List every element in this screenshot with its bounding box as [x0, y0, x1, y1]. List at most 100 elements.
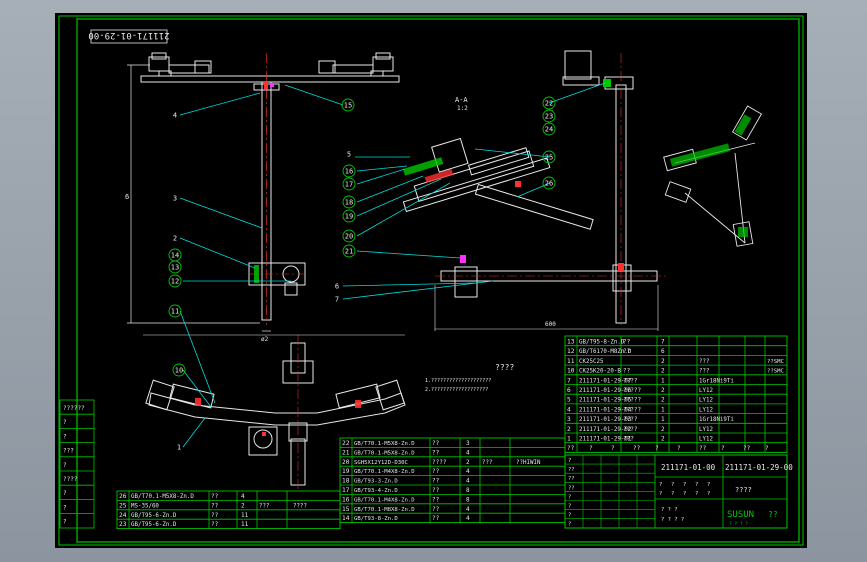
title-row-label: ? [568, 458, 571, 464]
bom-lower-code: GB/T70.1-M5X8-Zn.D [354, 450, 415, 456]
bom-lower-code: GB/T93-4-Zn.D [354, 488, 398, 494]
title-company-cn: ?? [768, 510, 778, 519]
bom-lower-no: 19 [342, 468, 350, 475]
title-company: SUSUN [727, 510, 754, 520]
section-view [402, 137, 594, 230]
title-row-label: ? [568, 504, 571, 510]
title-scale-cell: ? [671, 482, 674, 488]
dim-span: ø2 [261, 336, 269, 343]
section-scale: 1:2 [457, 105, 468, 112]
bom-left-code: GB/T70.1-M5X8-Zn.D [131, 494, 194, 500]
bom-upper-no: 3 [567, 416, 571, 423]
bom-lower-no: 15 [342, 506, 350, 513]
bom-upper-material: LY12 [699, 437, 713, 443]
bom-lower-qty: 3 [466, 440, 470, 447]
bom-lower-name: ?? [432, 449, 440, 456]
bom-lower-qty: 4 [466, 449, 470, 456]
bom-upper-qty: 6 [661, 348, 665, 355]
top-plate [140, 75, 400, 83]
bom-left-no: 25 [119, 502, 127, 509]
bom-upper-qty: 1 [661, 377, 665, 384]
bom-upper-qty: 1 [661, 416, 665, 423]
bom-table-lower: 22 GB/T70.1-M5X8-Zn.D?? 3 21 GB/T70.1-M5X8-Z… [339, 437, 566, 524]
bom-upper-header: ?? [567, 445, 575, 452]
bom-upper-name: ????? [623, 397, 641, 404]
left-block-cell: ? [63, 519, 67, 526]
isometric-view [663, 105, 763, 247]
bom-lower-code: GB/T93-3-Zn.D [354, 479, 398, 485]
bom-lower-note: ??HIWIN [516, 460, 541, 466]
balloon-number: 11 [171, 308, 179, 316]
bom-upper-qty: 2 [661, 436, 665, 443]
bom-upper-material: ??? [699, 359, 709, 365]
title-row-label: ?? [568, 476, 575, 482]
drawing-canvas[interactable]: 211171-01-29-00 6 ø2 A-A 1:2 600 15 4 3 … [55, 13, 807, 548]
balloon-number: 12 [171, 278, 179, 286]
bom-table-left: 26 GB/T70.1-M5X8-Zn.D?? 4 25 MS-35/60?? 2????… [116, 490, 341, 530]
bom-upper-header: ? [677, 445, 681, 452]
balloon-number: 26 [545, 180, 553, 188]
balloon-number: 6 [335, 283, 339, 291]
balloon-number: 10 [175, 367, 183, 375]
left-block-cell: ? [63, 490, 67, 497]
tech-req-line-2: 2.??????????????????? [425, 387, 488, 393]
bom-upper-code: CK25C25 [579, 359, 604, 365]
bom-upper-header: ? [655, 445, 659, 452]
front-view [127, 52, 400, 332]
balloon-number: 18 [345, 199, 353, 207]
side-view [434, 50, 667, 331]
bom-left-qty: 11 [241, 512, 249, 519]
leader-lines [179, 82, 606, 448]
bom-upper-qty: 1 [661, 406, 665, 413]
bom-upper-name: ????? [623, 387, 641, 394]
balloon-number: 23 [545, 113, 553, 121]
bom-left-code: MS-35/60 [131, 503, 159, 509]
rotated-title: 211171-01-29-00 [88, 30, 169, 40]
bom-upper-no: 11 [567, 358, 575, 365]
bom-upper-material: LY12 [699, 398, 713, 404]
bom-upper-code: GB/T95-8-Zn.D [579, 340, 625, 346]
bom-left-material: ??? [259, 503, 269, 509]
bom-upper-header: ?? [699, 445, 707, 452]
bom-upper-qty: 7 [661, 339, 665, 346]
dim-width: 600 [545, 321, 556, 328]
left-block-cell: ??? [63, 448, 74, 455]
bom-lower-qty: 4 [466, 506, 470, 513]
title-company-sub: ? ? ? ? [729, 521, 748, 527]
drawing-sheet[interactable]: 211171-01-29-00 6 ø2 A-A 1:2 600 1543214… [55, 13, 807, 548]
bom-left-qty: 4 [241, 493, 245, 500]
title-scale-cell: ? [683, 491, 686, 497]
top-view [143, 334, 406, 491]
section-label: A-A [455, 96, 468, 104]
bom-lower-name: ?? [432, 506, 440, 513]
balloon-number: 2 [173, 235, 177, 243]
bom-lower-name: ?? [432, 496, 440, 503]
bom-lower-no: 20 [342, 459, 350, 466]
bom-lower-name: ?? [432, 515, 440, 522]
balloon-number: 15 [344, 102, 352, 110]
left-block-cell: ?????? [63, 405, 85, 412]
balloon-layer: 1543214131211101516171819202125266722232… [168, 96, 556, 452]
bom-upper-name: ?? [623, 368, 631, 375]
balloon-number: 22 [545, 100, 553, 108]
bom-lower-code: GB/T70.1-M4X8-Zn.D [354, 497, 415, 503]
bom-upper-header: ?? [743, 445, 751, 452]
bom-upper-name: ??? [623, 436, 634, 443]
title-row-label: ? [568, 494, 571, 500]
bom-lower-material: ??? [482, 460, 492, 466]
bom-lower-no: 18 [342, 478, 350, 485]
bom-lower-qty: 4 [466, 515, 470, 522]
bom-upper-qty: 2 [661, 426, 665, 433]
bom-lower-no: 21 [342, 449, 350, 456]
left-block-cell: ? [63, 504, 67, 511]
left-block-cell: ? [63, 462, 67, 469]
cad-viewport[interactable]: 211171-01-29-00 6 ø2 A-A 1:2 600 15 4 3 … [0, 0, 867, 562]
title-row-label: ?? [568, 467, 575, 473]
bom-left-no: 23 [119, 521, 127, 528]
bom-left-no: 26 [119, 493, 127, 500]
bom-lower-qty: 8 [466, 487, 470, 494]
title-row-label: ?? [568, 485, 575, 491]
balloon-number: 3 [173, 195, 177, 203]
bom-upper-no: 12 [567, 348, 575, 355]
bom-lower-no: 14 [342, 515, 350, 522]
